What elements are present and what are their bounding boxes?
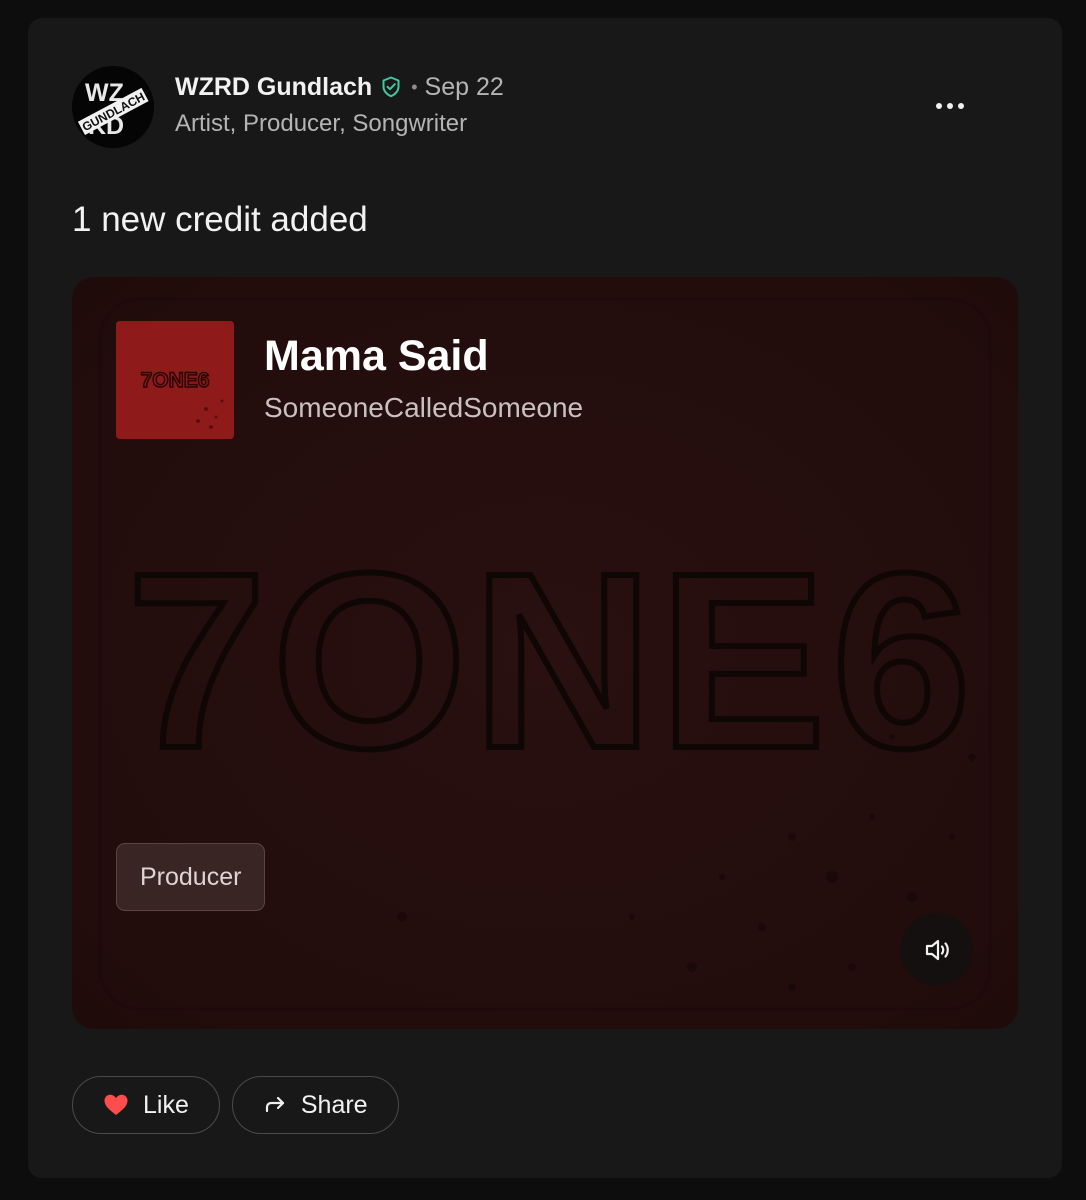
- share-button[interactable]: Share: [231, 1076, 399, 1134]
- volume-icon: [925, 939, 949, 960]
- credit-role-badge: Producer: [116, 843, 266, 911]
- share-arrow-icon: [263, 1093, 287, 1117]
- post-text: 1 new credit added: [72, 200, 368, 239]
- author-line: WZRD Gundlach • Sep 22: [175, 70, 504, 104]
- heart-icon: [103, 1093, 129, 1117]
- avatar[interactable]: WZ KD GUNDLACH: [72, 66, 154, 148]
- cover-thumbnail-text: 7ONE6: [141, 369, 210, 392]
- more-horizontal-icon-dot: [958, 103, 964, 109]
- verified-icon: [381, 76, 401, 98]
- volume-button[interactable]: [900, 913, 973, 986]
- share-label: Share: [300, 1090, 368, 1119]
- like-label: Like: [143, 1090, 189, 1119]
- post-date: Sep 22: [424, 72, 504, 101]
- author-roles: Artist, Producer, Songwriter: [175, 110, 468, 137]
- more-horizontal-icon-dot: [947, 103, 953, 109]
- track-title[interactable]: Mama Said: [264, 332, 489, 381]
- more-horizontal-icon: [936, 103, 942, 109]
- author-name[interactable]: WZRD Gundlach: [175, 73, 372, 102]
- cover-thumbnail[interactable]: 7ONE6: [116, 321, 234, 439]
- post-header: WZ KD GUNDLACH WZRD Gundlach • Sep 22 Ar…: [72, 66, 1018, 152]
- track-artist[interactable]: SomeoneCalledSomeone: [264, 392, 583, 424]
- post-actions: Like Share: [72, 1076, 399, 1134]
- like-button[interactable]: Like: [72, 1076, 220, 1134]
- post-card: WZ KD GUNDLACH WZRD Gundlach • Sep 22 Ar…: [28, 18, 1062, 1178]
- credit-card[interactable]: 7ONE6 7ONE6 Mama Said SomeoneCalledSomeo…: [72, 277, 1018, 1029]
- separator-dot: •: [411, 76, 418, 97]
- more-options-button[interactable]: [926, 86, 974, 126]
- cover-art-text-large: 7ONE6: [127, 521, 977, 800]
